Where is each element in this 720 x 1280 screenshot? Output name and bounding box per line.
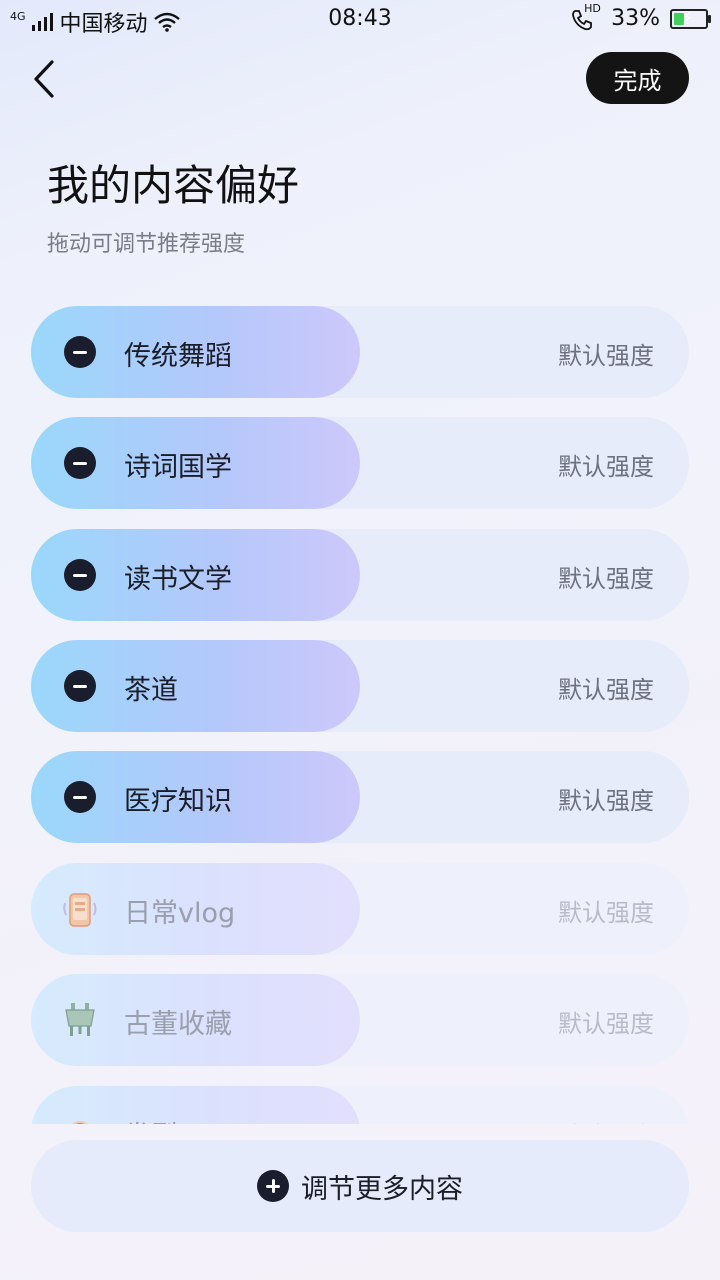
page-subtitle: 拖动可调节推荐强度 xyxy=(47,232,246,257)
status-bar: 4G 中国移动 08:43 HD 33% ⚡ xyxy=(0,0,720,38)
charging-bolt-icon: ⚡ xyxy=(682,7,694,27)
hairstyle-icon xyxy=(72,1121,88,1124)
preference-list: 传统舞蹈 默认强度 诗词国学 默认强度 读书文学 默认强度 茶道 默认强度 医疗… xyxy=(0,306,720,1124)
preference-row[interactable]: 传统舞蹈 默认强度 xyxy=(31,306,689,398)
intensity-label: 默认强度 xyxy=(558,787,654,815)
intensity-label: 默认强度 xyxy=(558,565,654,593)
bronze-ding-icon xyxy=(65,1003,95,1036)
done-button[interactable]: 完成 xyxy=(586,52,689,104)
preference-row[interactable]: 茶道 默认强度 xyxy=(31,640,689,732)
intensity-label: 默认强度 xyxy=(558,1010,654,1038)
preference-label: 古董收藏 xyxy=(124,1009,232,1040)
intensity-label: 默认强度 xyxy=(558,899,654,927)
preference-row[interactable]: 古董收藏 默认强度 xyxy=(31,974,689,1066)
preference-label: 茶道 xyxy=(124,675,178,706)
preference-label: 传统舞蹈 xyxy=(124,341,232,372)
preference-label: 诗词国学 xyxy=(124,452,232,483)
remove-icon[interactable] xyxy=(64,336,96,368)
preference-label: 医疗知识 xyxy=(124,786,232,817)
preference-row[interactable]: 医疗知识 默认强度 xyxy=(31,751,689,843)
hd-call-icon: HD xyxy=(571,2,601,31)
add-icon xyxy=(257,1170,289,1202)
battery-percent: 33% xyxy=(611,6,660,31)
battery-icon: ⚡ xyxy=(670,7,711,29)
remove-icon[interactable] xyxy=(64,447,96,479)
remove-icon[interactable] xyxy=(64,670,96,702)
preference-row[interactable]: 日常vlog 默认强度 xyxy=(31,863,689,955)
adjust-more-button[interactable]: 调节更多内容 xyxy=(31,1140,689,1232)
status-right: HD 33% ⚡ xyxy=(571,2,711,31)
hd-label: HD xyxy=(584,1,601,15)
page-title: 我的内容偏好 xyxy=(47,161,300,210)
chevron-left-icon xyxy=(34,60,54,98)
intensity-label: 默认强度 xyxy=(558,1116,654,1124)
intensity-label: 默认强度 xyxy=(558,453,654,481)
preference-label: 读书文学 xyxy=(124,564,232,595)
intensity-label: 默认强度 xyxy=(558,676,654,704)
preference-row[interactable]: 发型 默认强度 xyxy=(31,1086,689,1124)
adjust-more-label: 调节更多内容 xyxy=(301,1173,463,1205)
intensity-label: 默认强度 xyxy=(558,342,654,370)
back-button[interactable] xyxy=(30,56,70,102)
remove-icon[interactable] xyxy=(64,559,96,591)
preference-label: 日常vlog xyxy=(124,898,236,929)
remove-icon[interactable] xyxy=(64,781,96,813)
preference-label: 发型 xyxy=(124,1114,178,1124)
preference-row[interactable]: 诗词国学 默认强度 xyxy=(31,417,689,509)
phone-vlog-icon xyxy=(63,893,97,927)
preference-row[interactable]: 读书文学 默认强度 xyxy=(31,529,689,621)
